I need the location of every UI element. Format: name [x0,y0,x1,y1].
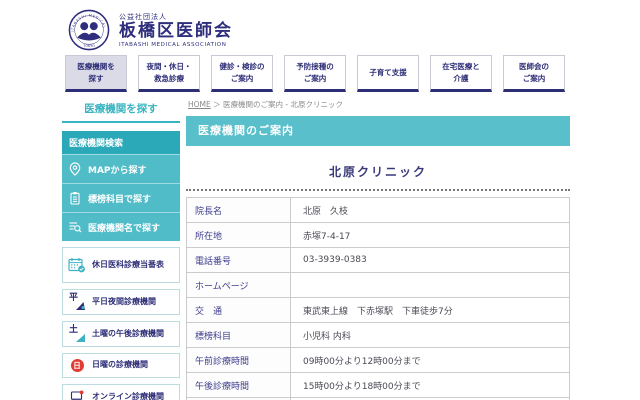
sidebar-link-online-clinics[interactable]: オンライン診療機関 [62,384,180,400]
sidebar-link-weekday-night-clinics[interactable]: 平 平日夜間診療機関 [62,289,180,315]
sidebar-link-label: 平日夜間診療機関 [92,296,156,306]
search-box-header: 医療機関検索 [62,131,180,154]
org-name-block: 公益社団法人 板橋区医師会 ITABASHI MEDICAL ASSOCIATI… [119,12,233,48]
content-area: 医療機関を探す 医療機関検索 MAPから探す 標榜科目で探す 医療機関名で探す … [0,98,640,400]
row-label: 院長名 [186,197,291,223]
laptop-icon [70,390,84,400]
breadcrumb: HOME ＞ 医療機関のご案内 - 北原クリニック [188,99,570,110]
sidebar-link-label: 休日医科診療当番表 [92,259,164,269]
nav-homecare-nursing[interactable]: 在宅医療と 介護 [430,55,492,92]
sidebar-item-search-by-department[interactable]: 標榜科目で探す [62,183,180,212]
breadcrumb-separator: ＞ [213,100,221,109]
row-value: 03-3939-0383 [290,247,570,273]
sidebar-link-holiday-duty-roster[interactable]: 休日医科診療当番表 [62,247,180,283]
svg-text:ITABASHI MEDICAL ASSOCIATION: ITABASHI MEDICAL ASSOCIATION [68,9,107,32]
sidebar: 医療機関を探す 医療機関検索 MAPから探す 標榜科目で探す 医療機関名で探す … [62,98,180,400]
map-pin-icon [69,162,81,176]
nav-childcare-support[interactable]: 子育て支援 [357,55,419,92]
calendar-check-icon [68,258,85,273]
row-label: 午後診療時間 [186,372,291,398]
sidebar-link-label: 日曜の診療機関 [92,360,148,370]
weekday-night-icon: 平 [69,293,85,310]
page: ITABASHI MEDICAL ASSOCIATION TOKYO 公益社団法… [0,0,640,400]
list-search-icon [69,222,82,233]
table-row-address: 所在地 赤塚7-4-17 [186,222,570,248]
sidebar-link-saturday-afternoon-clinics[interactable]: 土 土曜の午後診療機関 [62,321,180,347]
row-value: 北原 久枝 [290,197,570,223]
sidebar-item-search-by-name[interactable]: 医療機関名で探す [62,212,180,241]
row-label: 所在地 [186,222,291,248]
row-value: 東武東上線 下赤塚駅 下車徒歩7分 [290,297,570,323]
nav-vaccination-guide[interactable]: 予防接種の ご案内 [284,55,346,92]
row-label: ホームページ [186,272,291,298]
section-title-banner: 医療機関のご案内 [186,116,570,146]
nav-night-holiday-emergency[interactable]: 夜間・休日・ 救急診療 [138,55,200,92]
sidebar-item-search-by-map[interactable]: MAPから探す [62,154,180,183]
nav-checkup-guide[interactable]: 健診・検診の ご案内 [211,55,273,92]
svg-text:TOKYO: TOKYO [82,44,95,48]
sidebar-link-label: 土曜の午後診療機関 [92,328,164,338]
org-title: 板橋区医師会 [119,21,233,42]
table-row-director: 院長名 北原 久枝 [186,197,570,223]
table-row-afternoon-hours: 午後診療時間 15時00分より18時00分まで [186,372,570,398]
site-header: ITABASHI MEDICAL ASSOCIATION TOKYO 公益社団法… [0,0,640,54]
row-label: 交 通 [186,297,291,323]
nav-association-guide[interactable]: 医師会の ご案内 [503,55,565,92]
sidebar-link-label: オンライン診療機関 [92,391,164,400]
row-label: 電話番号 [186,247,291,273]
sidebar-link-sunday-clinics[interactable]: 日 日曜の診療機関 [62,353,180,378]
table-row-phone: 電話番号 03-3939-0383 [186,247,570,273]
breadcrumb-home-link[interactable]: HOME [188,100,211,109]
global-nav: 医療機関を 探す 夜間・休日・ 救急診療 健診・検診の ご案内 予防接種の ご案… [65,55,640,92]
row-value [290,272,570,298]
sunday-icon: 日 [70,359,84,372]
nav-find-medical-institution[interactable]: 医療機関を 探す [65,55,127,92]
saturday-afternoon-icon: 土 [69,325,85,342]
dotted-divider [186,189,570,191]
breadcrumb-current: 医療機関のご案内 - 北原クリニック [223,100,344,109]
row-label: 標榜科目 [186,322,291,348]
org-title-en: ITABASHI MEDICAL ASSOCIATION [119,41,227,48]
clipboard-icon [70,192,80,205]
row-value: 09時00分より12時00分まで [290,347,570,373]
table-row-departments: 標榜科目 小児科 内科 [186,322,570,348]
sidebar-item-label: MAPから探す [88,165,147,176]
sidebar-item-label: 標榜科目で探す [88,194,152,205]
table-row-morning-hours: 午前診療時間 09時00分より12時00分まで [186,347,570,373]
row-value: 小児科 内科 [290,322,570,348]
association-seal-logo: ITABASHI MEDICAL ASSOCIATION TOKYO [68,9,110,51]
main-content: HOME ＞ 医療機関のご案内 - 北原クリニック 医療機関のご案内 北原クリニ… [186,98,570,400]
institution-search-box: 医療機関検索 MAPから探す 標榜科目で探す 医療機関名で探す [62,131,180,241]
clinic-name: 北原クリニック [328,165,427,179]
table-row-access: 交 通 東武東上線 下赤塚駅 下車徒歩7分 [186,297,570,323]
row-label: 午前診療時間 [186,347,291,373]
clinic-info-table: 院長名 北原 久枝 所在地 赤塚7-4-17 電話番号 03-3939-0383… [186,197,570,400]
sidebar-title: 医療機関を探す [62,98,180,123]
row-value: 赤塚7-4-17 [290,222,570,248]
sidebar-item-label: 医療機関名で探す [88,223,161,234]
row-value: 15時00分より18時00分まで [290,372,570,398]
table-row-homepage: ホームページ [186,272,570,298]
